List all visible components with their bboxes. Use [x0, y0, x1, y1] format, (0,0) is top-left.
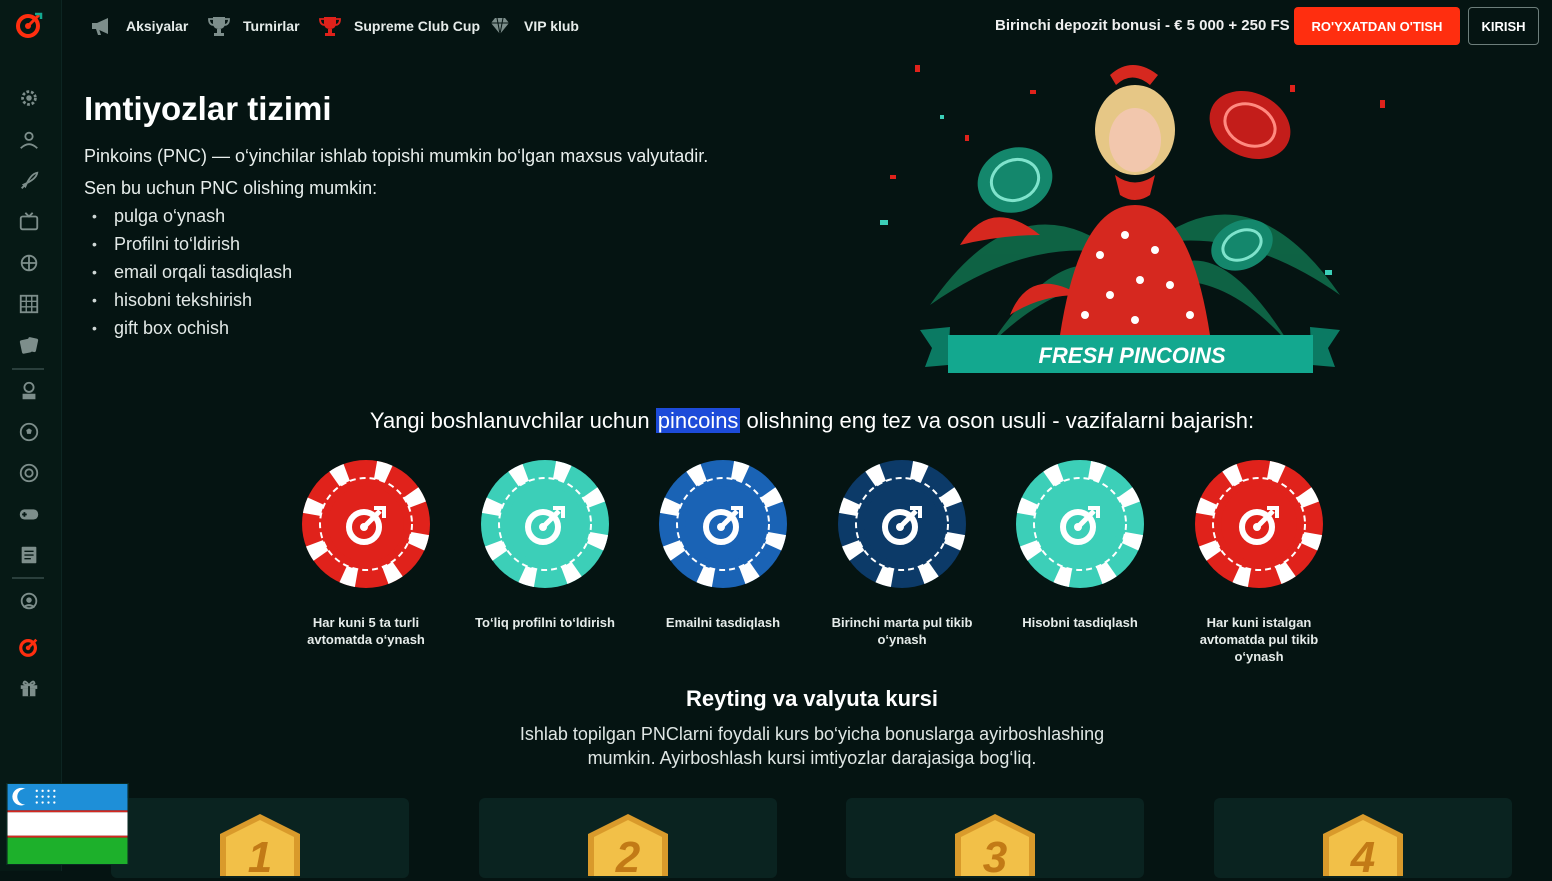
lottery-grid-icon[interactable]	[16, 291, 42, 317]
tv-games-icon[interactable]	[16, 209, 42, 235]
poker-table-icon[interactable]	[16, 250, 42, 276]
list-item: Profilni to‘ldirish	[92, 232, 292, 260]
nav-label: Aksiyalar	[126, 18, 189, 34]
intro-subtext: Sen bu uchun PNC olishing mumkin:	[84, 178, 378, 198]
highlighted-word: pincoins	[655, 408, 741, 433]
target-icon[interactable]	[16, 460, 42, 486]
nav-item-supreme-club-cup[interactable]: Supreme Club Cup	[318, 0, 480, 52]
sidebar	[0, 0, 62, 871]
level-number: 4	[1350, 833, 1375, 876]
nav-item-vip-klub[interactable]: VIP klub	[488, 0, 579, 52]
level-number: 1	[248, 833, 272, 876]
page-title: Imtiyozlar tizimi	[84, 90, 332, 127]
intro-text: Pinkoins (PNC) — o‘yinchilar ishlab topi…	[84, 146, 709, 166]
list-item: hisobni tekshirish	[92, 288, 292, 316]
sidebar-divider	[12, 368, 44, 370]
task-chip-label: Hisobni tasdiqlash	[1022, 615, 1138, 630]
gamepad-icon[interactable]	[16, 501, 42, 527]
banner-text: FRESH PINCOINS	[1038, 343, 1225, 368]
poker-chip-icon	[1195, 460, 1323, 588]
esports-icon[interactable]	[16, 378, 42, 404]
diamond-icon	[491, 17, 509, 35]
nav-item-aksiyalar[interactable]: Aksiyalar	[90, 0, 188, 52]
level-medal-icon: 2	[586, 814, 670, 881]
settings-gear-icon[interactable]	[16, 85, 42, 111]
level-number: 3	[983, 833, 1007, 876]
task-chip	[1193, 458, 1325, 595]
level-number: 2	[615, 833, 641, 876]
task-chip	[836, 458, 968, 595]
task-chip	[300, 458, 432, 595]
rating-description: Ishlab topilgan PNClarni foydali kurs bo…	[519, 724, 1105, 768]
list-item: gift box ochish	[92, 316, 292, 344]
sidebar-divider	[12, 577, 44, 579]
register-button[interactable]: RO'YXATDAN O'TISH	[1294, 7, 1460, 45]
news-icon[interactable]	[16, 542, 42, 568]
poker-chip-icon	[302, 460, 430, 588]
hero-banner-illustration: FRESH PINCOINS	[880, 65, 1385, 373]
task-chip-label: Emailni tasdiqlash	[665, 615, 781, 630]
nav-label: VIP klub	[524, 18, 579, 34]
logo-icon[interactable]	[15, 11, 43, 39]
trophy-icon	[208, 17, 230, 36]
poker-chip-icon	[1016, 460, 1144, 588]
rating-title: Reyting va valyuta kursi	[686, 686, 938, 711]
tasks-heading-text: Yangi boshlanuvchilar uchun	[369, 408, 656, 433]
language-flag-uzbekistan-icon[interactable]	[6, 783, 129, 865]
task-chip-label: Birinchi marta pul tikib o‘ynash	[831, 615, 973, 647]
task-chip-label: Har kuni istalgan avtomatda pul tikib o‘…	[1199, 615, 1319, 664]
earn-methods-list: pulga o‘ynash Profilni to‘ldirish email …	[92, 204, 292, 344]
list-item: pulga o‘ynash	[92, 204, 292, 232]
tasks-heading: Yangi boshlanuvchilar uchun pincoins oli…	[0, 408, 1552, 434]
nav-label: Turnirlar	[243, 18, 300, 34]
support-icon[interactable]	[16, 588, 42, 614]
task-chip-label: Har kuni 5 ta turli avtomatda o‘ynash	[307, 615, 425, 647]
task-chip	[479, 458, 611, 595]
level-medal-icon: 4	[1321, 814, 1405, 881]
megaphone-icon	[92, 18, 108, 35]
poker-chip-icon	[838, 460, 966, 588]
tasks-heading-text: olishning eng tez va oson usuli - vazifa…	[740, 408, 1255, 433]
poker-chip-icon	[481, 460, 609, 588]
cards-icon[interactable]	[16, 332, 42, 358]
live-dealer-icon[interactable]	[16, 127, 42, 153]
first-deposit-bonus[interactable]: Birinchi depozit bonusi - € 5 000 + 250 …	[995, 17, 1290, 34]
task-chip	[1014, 458, 1146, 595]
login-button[interactable]: KIRISH	[1468, 7, 1539, 45]
logo-target-icon[interactable]	[16, 634, 42, 660]
nav-item-turnirlar[interactable]: Turnirlar	[207, 0, 300, 52]
level-medal-icon: 3	[953, 814, 1037, 881]
task-chip	[657, 458, 789, 595]
rocket-icon[interactable]	[16, 168, 42, 194]
nav-label: Supreme Club Cup	[354, 18, 481, 34]
list-item: email orqali tasdiqlash	[92, 260, 292, 288]
level-medal-icon: 1	[218, 814, 302, 881]
task-chip-label: To‘liq profilni to‘ldirish	[475, 615, 615, 630]
red-trophy-icon	[319, 17, 341, 36]
poker-chip-icon	[659, 460, 787, 588]
